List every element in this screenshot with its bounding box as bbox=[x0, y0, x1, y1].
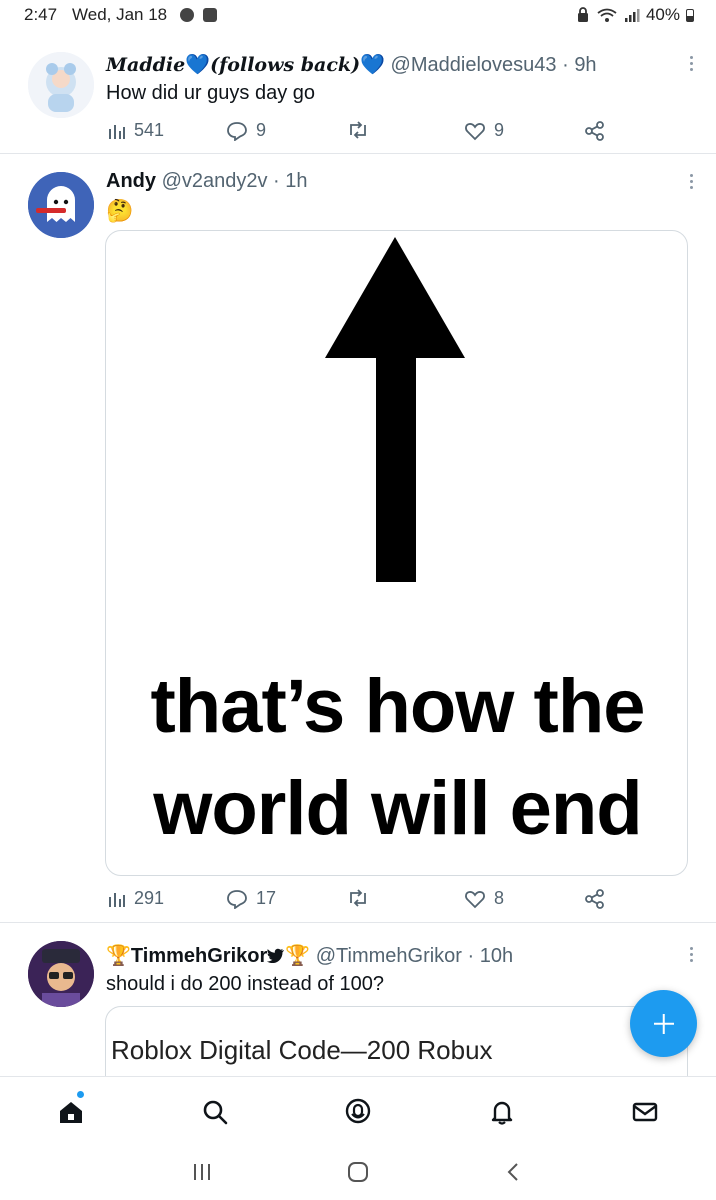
share-icon bbox=[585, 121, 604, 141]
status-date: Wed, Jan 18 bbox=[72, 5, 168, 24]
more-options-icon[interactable] bbox=[688, 947, 694, 965]
lock-icon bbox=[577, 7, 588, 22]
nav-notifications[interactable] bbox=[487, 1097, 517, 1127]
tweet-time[interactable]: 10h bbox=[480, 945, 513, 967]
display-name[interactable]: TimmehGrikor bbox=[131, 945, 267, 967]
avatar-image bbox=[28, 172, 94, 238]
retweet-icon bbox=[350, 121, 366, 139]
share-button[interactable] bbox=[584, 120, 606, 142]
system-nav-bar bbox=[0, 1142, 716, 1200]
avatar[interactable] bbox=[28, 941, 94, 1007]
recent-apps-icon bbox=[194, 1164, 210, 1180]
spaces-icon bbox=[345, 1098, 371, 1124]
avatar[interactable] bbox=[28, 172, 94, 238]
separator-dot: · bbox=[273, 170, 280, 192]
like-count: 9 bbox=[494, 120, 505, 140]
bell-icon bbox=[491, 1101, 513, 1125]
like-count: 8 bbox=[494, 888, 505, 908]
app-notification-icon bbox=[203, 8, 217, 22]
reply-count: 9 bbox=[256, 120, 267, 140]
trophy-emoji: 🏆 bbox=[106, 945, 131, 967]
heart-icon bbox=[465, 890, 485, 908]
display-name[interactable]: Andy bbox=[106, 170, 156, 192]
retweet-icon bbox=[350, 889, 366, 907]
separator-dot: · bbox=[467, 945, 475, 967]
reply-button[interactable]: 9 bbox=[226, 120, 266, 141]
user-handle[interactable]: @v2andy2v bbox=[162, 170, 268, 192]
reply-count: 17 bbox=[256, 888, 277, 908]
more-options-icon[interactable] bbox=[688, 56, 694, 74]
separator-dot: · bbox=[562, 54, 569, 76]
heart-icon bbox=[465, 122, 485, 140]
trophy-emoji: 🏆 bbox=[285, 945, 311, 967]
link-card-title: Roblox Digital Code—200 Robux bbox=[111, 1035, 493, 1065]
back-chevron-icon bbox=[507, 1163, 518, 1181]
speech-bubble-icon bbox=[227, 121, 247, 141]
blue-heart-emoji: 💙 bbox=[185, 54, 211, 76]
status-indicators: 40% bbox=[576, 5, 694, 25]
speech-bubble-icon bbox=[227, 889, 247, 909]
status-time: 2:47 bbox=[24, 5, 58, 24]
avatar-image bbox=[28, 941, 94, 1007]
views-button[interactable]: 541 bbox=[106, 120, 164, 141]
display-name[interactable]: Maddie bbox=[106, 54, 185, 76]
blue-heart-emoji: 💙 bbox=[360, 54, 385, 76]
meme-line-1: that’s how the bbox=[150, 664, 645, 749]
compose-button[interactable] bbox=[630, 990, 697, 1057]
tweet-header: Andy @v2andy2v · 1h bbox=[106, 170, 308, 193]
tweet-text: 🤔 bbox=[106, 198, 134, 223]
nav-search[interactable] bbox=[200, 1097, 230, 1127]
share-icon bbox=[585, 889, 604, 909]
unread-dot bbox=[77, 1091, 84, 1098]
bird-icon bbox=[267, 948, 285, 964]
views-count: 541 bbox=[134, 120, 165, 140]
tweet-actions: 541 9 9 bbox=[106, 120, 626, 144]
avatar[interactable] bbox=[28, 52, 94, 118]
views-count: 291 bbox=[134, 888, 165, 908]
user-handle[interactable]: @TimmehGrikor bbox=[316, 945, 462, 967]
back-button[interactable] bbox=[502, 1160, 526, 1184]
bar-chart-icon bbox=[109, 124, 125, 139]
user-handle[interactable]: @Maddielovesu43 bbox=[391, 54, 557, 76]
avatar-image bbox=[28, 52, 94, 118]
tweet-actions: 291 17 8 bbox=[106, 888, 626, 912]
retweet-button[interactable] bbox=[346, 120, 378, 140]
nav-messages[interactable] bbox=[630, 1097, 660, 1127]
tweet-text: How did ur guys day go bbox=[106, 82, 316, 104]
retweet-button[interactable] bbox=[346, 888, 378, 908]
link-card[interactable]: Roblox Digital Code—200 Robux bbox=[105, 1006, 688, 1086]
status-bar: 2:47 Wed, Jan 18 40% bbox=[0, 0, 716, 30]
battery-percent: 40% bbox=[645, 5, 680, 24]
like-button[interactable]: 9 bbox=[464, 120, 504, 141]
bottom-nav bbox=[0, 1076, 716, 1142]
home-icon bbox=[60, 1102, 82, 1123]
mail-icon bbox=[632, 1102, 658, 1122]
bar-chart-icon bbox=[109, 892, 125, 907]
battery-icon bbox=[686, 8, 694, 22]
tweet-media[interactable]: that’s how the world will end bbox=[105, 230, 688, 876]
meme-line-2: world will end bbox=[153, 766, 642, 851]
more-options-icon[interactable] bbox=[688, 174, 694, 192]
tweet-header: Maddie💙(follows back)💙 @Maddielovesu43 ·… bbox=[106, 52, 597, 77]
tweet-time[interactable]: 1h bbox=[285, 170, 307, 192]
wifi-icon bbox=[597, 8, 617, 22]
recent-apps-button[interactable] bbox=[190, 1160, 214, 1184]
reply-button[interactable]: 17 bbox=[226, 888, 276, 909]
search-icon bbox=[203, 1100, 228, 1125]
views-button[interactable]: 291 bbox=[106, 888, 164, 909]
home-circle-icon bbox=[348, 1162, 368, 1182]
tweet-header: 🏆TimmehGrikor 🏆 @TimmehGrikor · 10h bbox=[106, 943, 513, 968]
display-name-suffix[interactable]: (follows back) bbox=[210, 54, 360, 76]
nav-spaces[interactable] bbox=[343, 1097, 373, 1127]
tweet[interactable]: Maddie💙(follows back)💙 @Maddielovesu43 ·… bbox=[0, 32, 716, 154]
home-system-button[interactable] bbox=[346, 1160, 370, 1184]
messenger-notification-icon bbox=[180, 8, 194, 22]
nav-home[interactable] bbox=[56, 1097, 86, 1127]
tweet-time[interactable]: 9h bbox=[574, 54, 596, 76]
tweet[interactable]: Andy @v2andy2v · 1h 🤔 that’s how the wor… bbox=[0, 154, 716, 923]
like-button[interactable]: 8 bbox=[464, 888, 504, 909]
signal-icon bbox=[624, 9, 640, 22]
share-button[interactable] bbox=[584, 888, 606, 910]
tweet-text: should i do 200 instead of 100? bbox=[106, 973, 384, 995]
